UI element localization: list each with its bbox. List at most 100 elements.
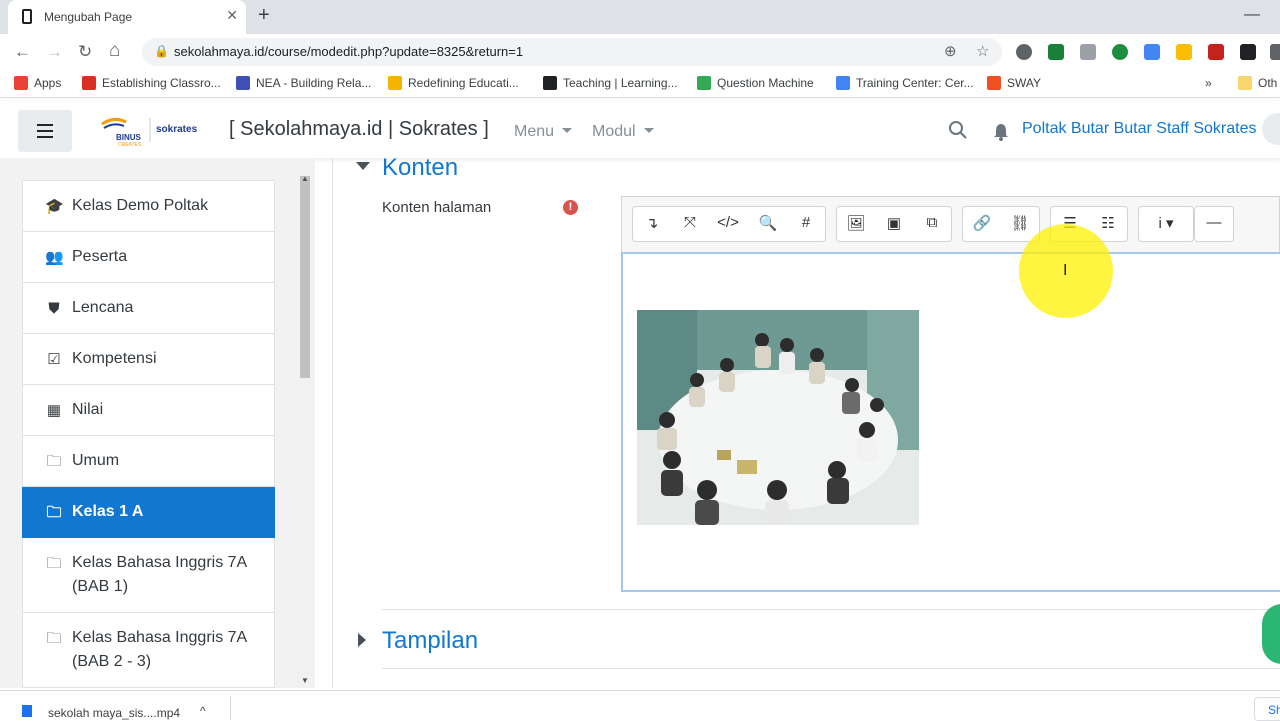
zoom-icon[interactable]: ⊕ — [944, 42, 957, 60]
bookmark-label: Establishing Classro... — [102, 76, 221, 90]
extensions-puzzle-icon[interactable] — [1270, 44, 1280, 60]
tab-favicon-icon — [22, 9, 32, 24]
unlink-button[interactable]: ⛓ — [1008, 214, 1032, 232]
fullscreen-button[interactable]: ⤧ — [678, 214, 702, 231]
tab-title: Mengubah Page — [44, 10, 133, 24]
bookmark-item[interactable]: Oth — [1238, 76, 1277, 90]
minimize-window-button[interactable]: — — [1244, 6, 1260, 24]
section-expanded-icon[interactable] — [356, 162, 370, 172]
download-bar — [0, 690, 1280, 720]
sidebar-item[interactable]: 🗀 Umum — [22, 436, 275, 487]
bookmark-label: Redefining Educati... — [408, 76, 519, 90]
sidebar-item-label: Peserta — [72, 248, 128, 265]
section-title-konten[interactable]: Konten — [382, 154, 458, 182]
image-button[interactable]: 🖼 — [844, 214, 868, 232]
site-name[interactable]: [ Sekolahmaya.id | Sokrates ] — [229, 118, 489, 141]
find-button[interactable]: 🔍 — [756, 214, 780, 232]
section-title-tampilan[interactable]: Tampilan — [382, 627, 478, 655]
bookmark-label: Question Machine — [717, 76, 814, 90]
chat-fab-button[interactable] — [1262, 604, 1280, 664]
bookmark-item[interactable]: Training Center: Cer... — [836, 76, 974, 90]
bookmark-item[interactable]: Redefining Educati... — [388, 76, 519, 90]
sidebar-item[interactable]: 🗀 Kelas Bahasa Inggris 7A (BAB 1) — [22, 538, 275, 613]
sidebar-item-label: Kelas Demo Poltak — [72, 197, 209, 214]
shield-icon: ⛊ — [48, 300, 60, 317]
site-logo[interactable]: BINUS CREATES sokrates — [96, 112, 206, 148]
search-icon[interactable] — [948, 120, 968, 140]
bookmark-label: SWAY — [1007, 76, 1042, 90]
bookmark-item[interactable]: Teaching | Learning... — [543, 76, 678, 90]
bookmark-item[interactable]: Establishing Classro... — [82, 76, 221, 90]
field-label-konten-halaman: Konten halaman — [382, 199, 492, 216]
bookmark-favicon-icon — [543, 76, 557, 90]
drawer-toggle-button[interactable] — [18, 110, 72, 152]
modul-dropdown[interactable]: Modul — [592, 123, 654, 141]
sidebar-item[interactable]: 🗀 Kelas 1 A — [22, 487, 275, 538]
caret-down-icon — [643, 128, 654, 133]
link-button[interactable]: 🔗 — [970, 214, 994, 232]
manage-files-button[interactable]: ⧉ — [920, 214, 944, 231]
text-cursor-icon: I — [1063, 262, 1068, 279]
collapse-button[interactable]: ↴ — [640, 214, 664, 232]
forward-button[interactable]: → — [46, 42, 63, 62]
bookmarks-overflow-button[interactable]: » — [1205, 76, 1212, 90]
bookmark-item[interactable]: Question Machine — [697, 76, 814, 90]
drive-extension-icon[interactable] — [1176, 44, 1192, 60]
caret-down-icon — [562, 128, 573, 133]
user-menu-name[interactable]: Poltak Butar Butar Staff Sokrates — [1022, 120, 1257, 138]
extension-icon[interactable] — [1112, 44, 1128, 60]
sidebar-item[interactable]: 🎓 Kelas Demo Poltak — [22, 180, 275, 232]
content-image[interactable] — [637, 310, 919, 525]
sidebar-item[interactable]: 👥 Peserta — [22, 232, 275, 283]
folder-icon: 🗀 — [46, 504, 62, 521]
browser-tab[interactable]: Mengubah Page ✕ — [8, 0, 246, 34]
show-all-downloads-button[interactable]: Sh — [1254, 697, 1280, 721]
home-button[interactable]: ⌂ — [109, 40, 120, 62]
address-bar[interactable]: 🔒 sekolahmaya.id/course/modedit.php?upda… — [142, 38, 1002, 66]
download-item-name[interactable]: sekolah maya_sis....mp4 — [48, 706, 180, 720]
sidebar-item[interactable]: ⛊ Lencana — [22, 283, 275, 334]
bookmark-item[interactable]: Apps — [14, 76, 61, 90]
extension-icon[interactable] — [1016, 44, 1032, 60]
extension-icon[interactable] — [1240, 44, 1256, 60]
section-collapsed-icon[interactable] — [358, 633, 368, 647]
ordered-list-button[interactable]: ☷ — [1096, 214, 1120, 232]
bookmark-label: Apps — [34, 76, 62, 90]
new-tab-button[interactable]: + — [258, 4, 270, 27]
scroll-down-icon[interactable]: ▼ — [301, 676, 309, 685]
classroom-extension-icon[interactable] — [1048, 44, 1064, 60]
mail-extension-icon[interactable] — [1208, 44, 1224, 60]
html-button[interactable]: </> — [716, 214, 740, 231]
hamburger-icon — [37, 130, 53, 132]
scrollbar-thumb[interactable] — [300, 176, 310, 378]
reload-button[interactable]: ↻ — [78, 42, 92, 62]
sidebar-item[interactable]: 🗀 Kelas Bahasa Inggris 7A (BAB 2 - 3) — [22, 613, 275, 688]
sidebar-item[interactable]: ▦ Nilai — [22, 385, 275, 436]
extension-icon[interactable] — [1080, 44, 1096, 60]
info-button[interactable]: i ▾ — [1146, 214, 1186, 232]
tab-close-icon[interactable]: ✕ — [226, 7, 238, 24]
bookmark-label: Teaching | Learning... — [563, 76, 678, 90]
notification-bell-icon[interactable] — [992, 122, 1010, 142]
required-icon: ! — [563, 200, 578, 215]
horizontal-rule-button[interactable]: — — [1202, 214, 1226, 231]
sidebar-item[interactable]: ☑ Kompetensi — [22, 334, 275, 385]
download-options-caret-icon[interactable]: ^ — [200, 704, 206, 718]
sidebar-item-label: Kelas Bahasa Inggris 7A (BAB 2 - 3) — [72, 629, 247, 670]
equation-button[interactable]: # — [794, 214, 818, 231]
scroll-up-icon[interactable]: ▲ — [301, 174, 309, 183]
drawer-scrollbar[interactable]: ▲ ▼ — [298, 172, 312, 688]
back-button[interactable]: ← — [14, 42, 31, 62]
bookmark-item[interactable]: SWAY — [987, 76, 1041, 90]
logo-text-sokrates: sokrates — [156, 124, 198, 135]
content-border — [332, 158, 333, 688]
bookmark-favicon-icon — [987, 76, 1001, 90]
bookmark-star-icon[interactable]: ☆ — [976, 42, 989, 60]
media-button[interactable]: ▣ — [882, 214, 906, 232]
menu-dropdown[interactable]: Menu — [514, 123, 573, 141]
translate-extension-icon[interactable] — [1144, 44, 1160, 60]
bookmark-item[interactable]: NEA - Building Rela... — [236, 76, 371, 90]
folder-icon: 🗀 — [46, 630, 62, 647]
sidebar-item-label: Kompetensi — [72, 350, 157, 367]
users-icon: 👥 — [45, 249, 64, 266]
